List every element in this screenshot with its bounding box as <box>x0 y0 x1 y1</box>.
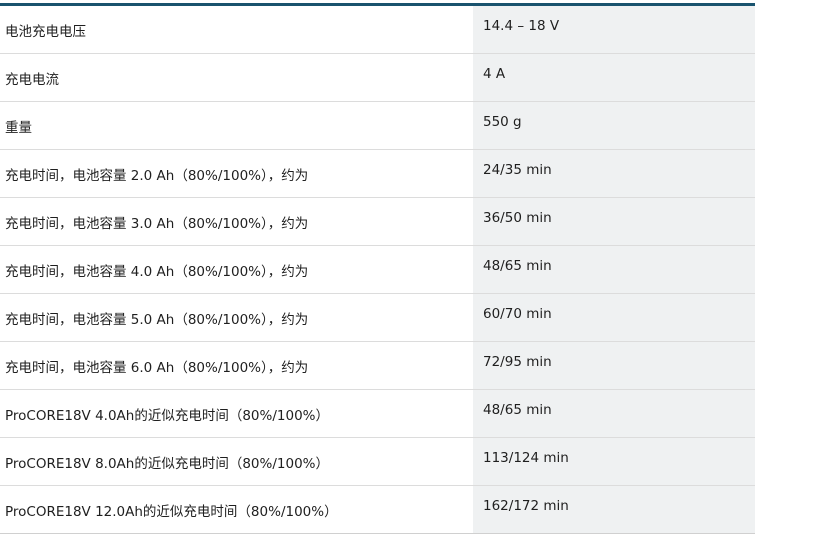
spec-value: 113/124 min <box>473 438 755 485</box>
spec-label: 重量 <box>0 102 473 149</box>
spec-row-procore-12ah: ProCORE18V 12.0Ah的近似充电时间（80%/100%） 162/1… <box>0 486 755 534</box>
spec-label: 充电时间，电池容量 2.0 Ah（80%/100%），约为 <box>0 150 473 197</box>
spec-row-charging-current: 充电电流 4 A <box>0 54 755 102</box>
spec-row-charge-time-3ah: 充电时间，电池容量 3.0 Ah（80%/100%），约为 36/50 min <box>0 198 755 246</box>
spec-label: 充电时间，电池容量 4.0 Ah（80%/100%），约为 <box>0 246 473 293</box>
spec-value: 162/172 min <box>473 486 755 533</box>
spec-value: 550 g <box>473 102 755 149</box>
spec-row-charge-time-2ah: 充电时间，电池容量 2.0 Ah（80%/100%），约为 24/35 min <box>0 150 755 198</box>
spec-value: 24/35 min <box>473 150 755 197</box>
spec-value: 48/65 min <box>473 246 755 293</box>
spec-row-procore-8ah: ProCORE18V 8.0Ah的近似充电时间（80%/100%） 113/12… <box>0 438 755 486</box>
spec-row-charge-time-6ah: 充电时间，电池容量 6.0 Ah（80%/100%），约为 72/95 min <box>0 342 755 390</box>
spec-value: 14.4 – 18 V <box>473 6 755 53</box>
spec-row-weight: 重量 550 g <box>0 102 755 150</box>
spec-value: 48/65 min <box>473 390 755 437</box>
spec-row-charging-voltage: 电池充电电压 14.4 – 18 V <box>0 6 755 54</box>
spec-row-charge-time-4ah: 充电时间，电池容量 4.0 Ah（80%/100%），约为 48/65 min <box>0 246 755 294</box>
spec-label: 充电电流 <box>0 54 473 101</box>
spec-value: 4 A <box>473 54 755 101</box>
spec-table: 电池充电电压 14.4 – 18 V 充电电流 4 A 重量 550 g 充电时… <box>0 3 755 534</box>
spec-label: ProCORE18V 12.0Ah的近似充电时间（80%/100%） <box>0 486 473 533</box>
spec-label: 充电时间，电池容量 3.0 Ah（80%/100%），约为 <box>0 198 473 245</box>
spec-value: 72/95 min <box>473 342 755 389</box>
spec-label: 电池充电电压 <box>0 6 473 53</box>
spec-row-charge-time-5ah: 充电时间，电池容量 5.0 Ah（80%/100%），约为 60/70 min <box>0 294 755 342</box>
spec-value: 36/50 min <box>473 198 755 245</box>
spec-value: 60/70 min <box>473 294 755 341</box>
spec-label: 充电时间，电池容量 5.0 Ah（80%/100%），约为 <box>0 294 473 341</box>
spec-row-procore-4ah: ProCORE18V 4.0Ah的近似充电时间（80%/100%） 48/65 … <box>0 390 755 438</box>
spec-label: ProCORE18V 8.0Ah的近似充电时间（80%/100%） <box>0 438 473 485</box>
spec-label: ProCORE18V 4.0Ah的近似充电时间（80%/100%） <box>0 390 473 437</box>
spec-label: 充电时间，电池容量 6.0 Ah（80%/100%），约为 <box>0 342 473 389</box>
